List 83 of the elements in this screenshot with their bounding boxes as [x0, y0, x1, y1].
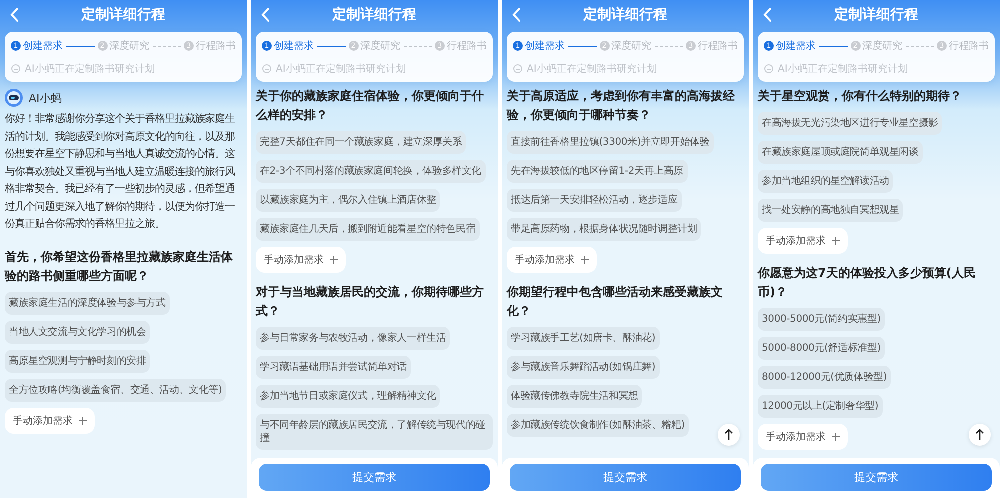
status-icon	[764, 64, 774, 74]
back-icon[interactable]	[512, 8, 521, 22]
option-chip[interactable]: 在2-3个不同村落的藏族家庭间轮换，体验多样文化	[256, 160, 486, 183]
up-arrow-icon	[975, 429, 985, 441]
option-chip[interactable]: 藏族家庭住几天后，搬到附近能看星空的特色民宿	[256, 218, 480, 241]
step-label: 深度研究	[360, 40, 400, 53]
submit-button[interactable]: 提交需求	[510, 464, 741, 491]
plus-icon	[832, 237, 840, 245]
status-icon	[513, 64, 523, 74]
assistant-name: AI小蚂	[29, 90, 62, 106]
step-label: 创建需求	[274, 40, 314, 53]
page-title: 定制详细行程	[82, 6, 166, 24]
option-chip[interactable]: 体验藏传佛教寺院生活和冥想	[507, 385, 642, 408]
page-title: 定制详细行程	[584, 6, 668, 24]
question-text: 关于星空观赏，你有什么特别的期待？	[758, 88, 963, 105]
status-text: AI小蚂正在定制路书研究计划	[276, 62, 406, 76]
page-title: 定制详细行程	[834, 6, 918, 24]
option-chip[interactable]: 带足高原药物，根据身体状况随时调整计划	[507, 218, 702, 241]
question-text: 你期望行程中包含哪些活动来感受藏族文化？	[507, 284, 724, 320]
step-label: 行程路书	[447, 40, 487, 53]
page-title: 定制详细行程	[332, 6, 416, 24]
option-chip[interactable]: 5000-8000元(舒适标准型)	[758, 337, 885, 360]
option-chip[interactable]: 学习藏族手工艺(如唐卡、酥油花)	[507, 327, 660, 350]
step-label: 行程路书	[698, 40, 738, 53]
status-text: AI小蚂正在定制路书研究计划	[25, 62, 155, 76]
add-requirement-button[interactable]: 手动添加需求	[758, 424, 848, 450]
option-chip[interactable]: 高原星空观测与宁静时刻的安排	[5, 350, 150, 372]
step-label: 创建需求	[23, 40, 63, 53]
question-text: 关于你的藏族家庭住宿体验，你更倾向于什么样的安排？	[256, 88, 485, 124]
add-requirement-button[interactable]: 手动添加需求	[256, 247, 346, 273]
question-text: 对于与当地藏族居民的交流，你期待哪些方式？	[256, 284, 485, 320]
option-chip[interactable]: 直接前往香格里拉镇(3300米)并立即开始体验	[507, 131, 714, 154]
option-chip[interactable]: 完整7天都住在同一个藏族家庭，建立深厚关系	[256, 131, 466, 154]
step-label: 深度研究	[110, 40, 150, 53]
option-chip[interactable]: 找一处安静的高地独自冥想观星	[758, 199, 904, 222]
option-chip[interactable]: 全方位攻略(均衡覆盖食宿、交通、活动、文化等)	[5, 378, 226, 402]
plus-icon	[581, 256, 589, 264]
step-label: 深度研究	[862, 40, 902, 53]
step-label: 深度研究	[612, 40, 652, 53]
step-label: 创建需求	[776, 40, 816, 53]
option-chip[interactable]: 12000元以上(定制奢华型)	[758, 395, 883, 418]
step-label: 行程路书	[196, 40, 236, 53]
submit-button[interactable]: 提交需求	[259, 464, 490, 491]
step-label: 创建需求	[525, 40, 565, 53]
status-icon	[11, 64, 21, 74]
question-text: 首先，你希望这份香格里拉藏族家庭生活体验的路书侧重哪些方面呢？	[5, 248, 234, 284]
option-chip[interactable]: 参加藏族传统饮食制作(如酥油茶、糌粑)	[507, 414, 690, 437]
step-label: 行程路书	[949, 40, 989, 53]
question-text: 你愿意为这7天的体验投入多少预算(人民币)？	[758, 265, 977, 301]
option-chip[interactable]: 参与藏族音乐舞蹈活动(如锅庄舞)	[507, 356, 660, 379]
up-arrow-icon	[724, 429, 734, 441]
status-text: AI小蚂正在定制路书研究计划	[527, 62, 657, 76]
plus-icon	[330, 256, 338, 264]
option-chip[interactable]: 当地人文交流与文化学习的机会	[5, 320, 150, 344]
assistant-message: 你好！非常感谢你分享这个关于香格里拉藏族家庭生活的计划。我能感受到你对高原文化的向往，以及那份想要在星空下静思和与当地人真诚交流的心情。这与你喜欢独处又重视与当地人建立温暖连接的旅行风格非常契合。我已经有了一些初步的灵感，但希望通过几个问题更深入地了解你的期待，以便为你打造一份真正贴合你需求的香格里拉之旅。	[5, 112, 236, 232]
option-chip[interactable]: 藏族家庭生活的深度体验与参与方式	[5, 292, 170, 314]
option-chip[interactable]: 与不同年龄层的藏族居民交流，了解传统与现代的碰撞	[256, 414, 493, 450]
option-chip[interactable]: 以藏族家庭为主，偶尔入住镇上酒店休整	[256, 189, 440, 212]
question-text: 关于高原适应，考虑到你有丰富的高海拔经验，你更倾向于哪种节奏？	[507, 88, 736, 124]
add-requirement-button[interactable]: 手动添加需求	[5, 408, 95, 434]
option-chip[interactable]: 在藏族家庭屋顶或庭院简单观星闲谈	[758, 141, 923, 164]
scroll-top-button[interactable]	[969, 424, 991, 446]
option-chip[interactable]: 抵达后第一天安排轻松活动，逐步适应	[507, 189, 682, 212]
submit-button[interactable]: 提交需求	[761, 464, 992, 491]
back-icon[interactable]	[10, 8, 19, 22]
option-chip[interactable]: 3000-5000元(简约实惠型)	[758, 308, 885, 331]
option-chip[interactable]: 参加当地组织的星空解读活动	[758, 170, 894, 193]
status-text: AI小蚂正在定制路书研究计划	[778, 62, 908, 76]
option-chip[interactable]: 先在海拔较低的地区停留1-2天再上高原	[507, 160, 688, 183]
plus-icon	[832, 433, 840, 441]
back-icon[interactable]	[261, 8, 270, 22]
option-chip[interactable]: 在高海拔无光污染地区进行专业星空摄影	[758, 112, 942, 135]
add-requirement-button[interactable]: 手动添加需求	[507, 247, 597, 273]
back-icon[interactable]	[763, 8, 772, 22]
add-requirement-button[interactable]: 手动添加需求	[758, 228, 848, 254]
option-chip[interactable]: 参与日常家务与农牧活动，像家人一样生活	[256, 327, 450, 350]
avatar-icon	[5, 89, 23, 107]
option-chip[interactable]: 8000-12000元(优质体验型)	[758, 366, 892, 389]
scroll-top-button[interactable]	[718, 424, 740, 446]
option-chip[interactable]: 参加当地节日或家庭仪式，理解精神文化	[256, 385, 440, 408]
option-chip[interactable]: 学习藏语基础用语并尝试简单对话	[256, 356, 412, 379]
status-icon	[262, 64, 272, 74]
plus-icon	[79, 416, 87, 424]
